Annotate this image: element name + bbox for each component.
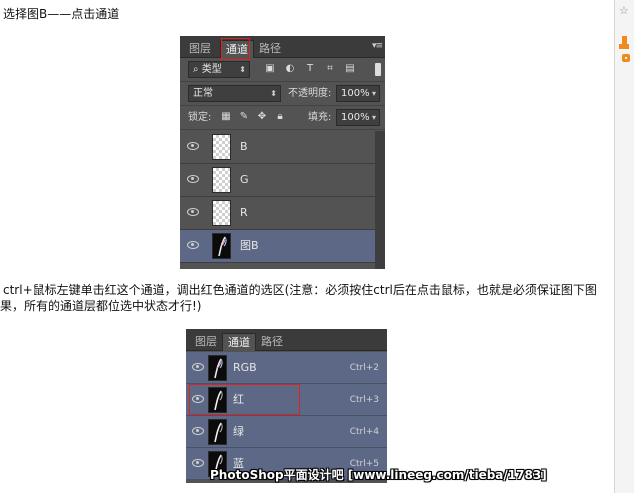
channels-panel-screenshot: 图层 通道 路径 RGB Ctrl+2 红 Ctrl+3 绿 Ctrl+4 蓝 …: [186, 329, 387, 483]
layers-panel-screenshot: 图层 通道 路径 ▾≡ ⌕ 类型 ⬍ ▣ ◐ T ⌗ ▤ 正常 ⬍ 不透明度: …: [180, 36, 385, 269]
channel-name: 红: [233, 393, 244, 406]
layer-row-selected[interactable]: 图B: [180, 230, 375, 263]
channel-thumbnail: [208, 355, 227, 381]
tab-channels[interactable]: 通道: [222, 333, 256, 351]
chevron-down-icon: ▾: [371, 89, 376, 98]
layer-thumbnail: [212, 167, 231, 193]
eye-icon[interactable]: [187, 142, 199, 150]
lock-row: 锁定: ▦ ✎ ✥ 🔒︎ 填充: 100% ▾: [180, 106, 385, 130]
opacity-value: 100%: [341, 88, 370, 99]
channel-shortcut: Ctrl+3: [349, 395, 379, 405]
feather-image: [214, 358, 223, 379]
fill-label: 填充:: [308, 112, 332, 123]
star-icon[interactable]: ☆: [619, 4, 629, 17]
channel-row-rgb[interactable]: RGB Ctrl+2: [186, 352, 387, 384]
blend-mode-select[interactable]: 正常 ⬍: [188, 85, 281, 102]
transform-filter-icon[interactable]: ⌗: [324, 63, 336, 75]
layer-row[interactable]: B: [180, 131, 375, 164]
channel-name: RGB: [233, 361, 257, 374]
opacity-input[interactable]: 100% ▾: [336, 85, 380, 102]
image-filter-icon[interactable]: ▣: [264, 63, 276, 75]
chevron-updown-icon: ⬍: [270, 89, 277, 98]
layer-row[interactable]: R: [180, 197, 375, 230]
watermark: PhotoShop平面设计吧 [www.lineeg.com/tieba/178…: [210, 468, 547, 482]
panel-tab-bar: 图层 通道 路径: [186, 329, 387, 351]
feather-image: [214, 390, 223, 411]
lock-label: 锁定:: [188, 112, 212, 123]
tab-layers[interactable]: 图层: [184, 40, 216, 58]
feather-image: [218, 236, 227, 257]
filter-toggle[interactable]: [375, 63, 381, 76]
eye-icon[interactable]: [192, 395, 204, 403]
layer-thumbnail: [212, 134, 231, 160]
panel-tab-bar: 图层 通道 路径 ▾≡: [180, 36, 385, 58]
eye-icon[interactable]: [187, 241, 199, 249]
lock-icon[interactable]: 🔒︎: [274, 111, 286, 123]
fill-input[interactable]: 100% ▾: [336, 109, 380, 126]
channel-shortcut: Ctrl+2: [349, 363, 379, 373]
layer-scrollbar[interactable]: [375, 131, 385, 269]
eye-icon[interactable]: [192, 363, 204, 371]
eye-icon[interactable]: [187, 208, 199, 216]
channel-row-green[interactable]: 绿 Ctrl+4: [186, 416, 387, 448]
layer-name: B: [240, 140, 248, 153]
search-icon: ⌕: [193, 64, 199, 75]
instruction-line-1: ctrl+鼠标左键单击红这个通道，调出红色通道的选区(注意：必须按住ctrl后在…: [3, 283, 597, 297]
feather-image: [214, 422, 223, 443]
chevron-updown-icon: ⬍: [239, 65, 246, 74]
tab-channels[interactable]: 通道: [220, 40, 254, 58]
chevron-down-icon: ▾: [371, 113, 376, 122]
brush-icon[interactable]: ✎: [238, 111, 250, 123]
move-icon[interactable]: ✥: [256, 111, 268, 123]
layer-name: G: [240, 173, 249, 186]
panel-menu-icon[interactable]: ▾≡: [372, 41, 383, 51]
opacity-label: 不透明度:: [288, 88, 332, 99]
text-filter-icon[interactable]: T: [304, 63, 316, 75]
eye-icon[interactable]: [192, 459, 204, 467]
instruction-line-2: 果，所有的通道层都位选中状态才行!): [0, 299, 202, 313]
circle-filter-icon[interactable]: ◐: [284, 63, 296, 75]
layer-thumbnail: [212, 233, 231, 259]
blend-mode-value: 正常: [193, 88, 213, 99]
tab-layers[interactable]: 图层: [190, 333, 222, 351]
filter-row: ⌕ 类型 ⬍ ▣ ◐ T ⌗ ▤: [180, 58, 385, 82]
channel-thumbnail: [208, 419, 227, 445]
lock-pixels-icon[interactable]: ▦: [220, 111, 232, 123]
channel-row-red[interactable]: 红 Ctrl+3: [186, 384, 387, 416]
orange-widget-icon[interactable]: [619, 36, 633, 74]
smart-object-filter-icon[interactable]: ▤: [344, 63, 356, 75]
layer-thumbnail: [212, 200, 231, 226]
blend-row: 正常 ⬍ 不透明度: 100% ▾: [180, 82, 385, 106]
channel-list: RGB Ctrl+2 红 Ctrl+3 绿 Ctrl+4 蓝 Ctrl+5: [186, 352, 387, 480]
filter-type-select[interactable]: ⌕ 类型 ⬍: [188, 61, 250, 78]
layer-name: R: [240, 206, 248, 219]
eye-icon[interactable]: [192, 427, 204, 435]
eye-icon[interactable]: [187, 175, 199, 183]
channel-name: 绿: [233, 425, 244, 438]
fill-value: 100%: [341, 112, 370, 123]
tab-paths[interactable]: 路径: [254, 40, 286, 58]
layer-name: 图B: [240, 239, 259, 252]
channel-shortcut: Ctrl+4: [349, 427, 379, 437]
tab-paths[interactable]: 路径: [256, 333, 288, 351]
layer-list: B G R 图B: [180, 131, 375, 263]
filter-type-label: 类型: [201, 64, 222, 75]
right-sidebar-edge: ☆: [614, 0, 634, 493]
step-title: 选择图B——点击通道: [3, 7, 120, 21]
layer-row[interactable]: G: [180, 164, 375, 197]
channel-thumbnail: [208, 387, 227, 413]
